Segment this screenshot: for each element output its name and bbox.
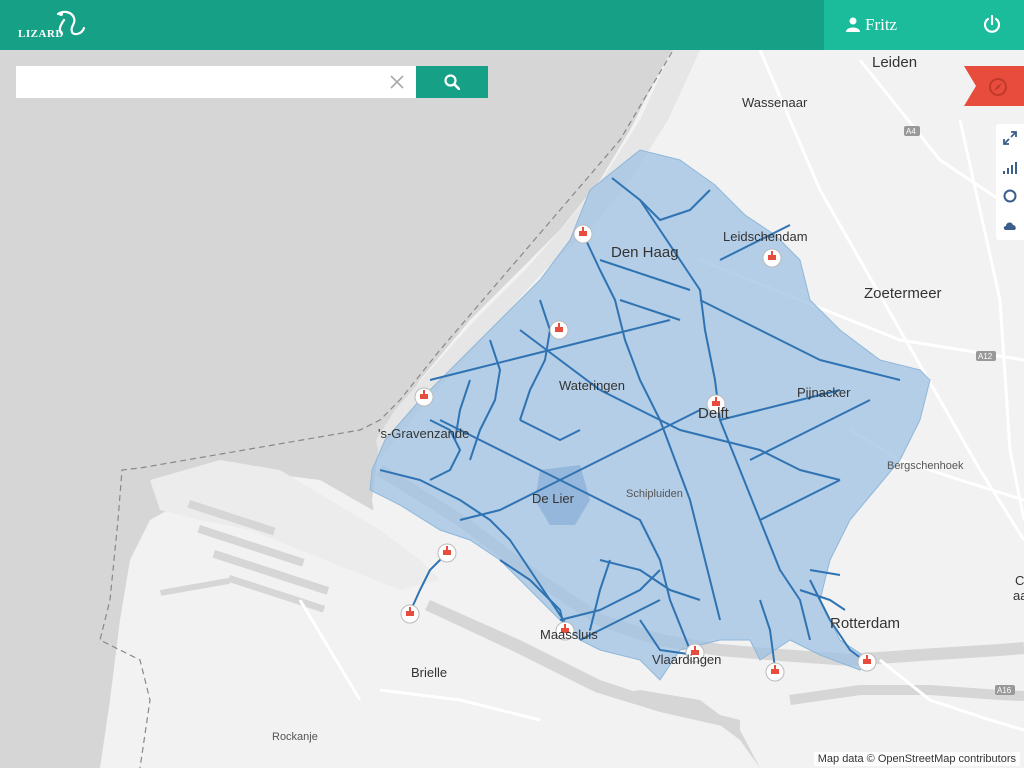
label-wateringen: Wateringen <box>559 378 625 393</box>
label-de-lier: De Lier <box>532 491 575 506</box>
road-label-a12: A12 <box>978 352 993 361</box>
circle-tool-button[interactable] <box>996 182 1024 210</box>
label-capelle-partial-2: aa <box>1013 588 1024 603</box>
top-bar: LIZARD Fritz <box>0 0 1024 50</box>
search-icon <box>444 74 460 90</box>
road-label-a4: A4 <box>906 127 916 136</box>
pumping-station-icon <box>573 224 593 244</box>
label-gravenzande: 's-Gravenzande <box>378 426 469 441</box>
map-canvas[interactable]: A4 A12 A16 Leiden Wassenaar Den Haag Lei… <box>0 0 1024 768</box>
label-rockanje: Rockanje <box>272 731 318 743</box>
cloud-icon <box>1003 222 1016 230</box>
search-bar <box>16 66 488 98</box>
signal-button[interactable] <box>996 153 1024 181</box>
label-pijnacker: Pijnacker <box>797 385 851 400</box>
label-leiden: Leiden <box>872 54 917 71</box>
label-bergschenhoek: Bergschenhoek <box>887 460 964 472</box>
expand-icon <box>1003 131 1017 145</box>
search-input[interactable] <box>16 66 416 98</box>
close-icon <box>390 75 404 89</box>
pumping-station-icon <box>549 320 569 340</box>
map-tools <box>996 124 1024 240</box>
label-wassenaar: Wassenaar <box>742 95 808 110</box>
label-vlaardingen: Vlaardingen <box>652 652 721 667</box>
label-brielle: Brielle <box>411 665 447 680</box>
user-area: Fritz <box>824 0 1024 50</box>
label-delft: Delft <box>698 405 730 422</box>
map-attribution: Map data © OpenStreetMap contributors <box>813 752 1020 766</box>
user-name: Fritz <box>865 15 898 34</box>
road-label-a16: A16 <box>997 686 1012 695</box>
circle-icon <box>1003 189 1017 203</box>
pumping-station-icon <box>765 662 785 682</box>
pumping-station-icon <box>437 543 457 563</box>
label-leidschendam: Leidschendam <box>723 229 808 244</box>
user-menu-button[interactable]: Fritz <box>846 15 897 35</box>
pumping-station-icon <box>762 248 782 268</box>
search-button[interactable] <box>416 66 488 98</box>
label-capelle-partial: C <box>1015 573 1024 588</box>
signal-bars-icon <box>1003 162 1017 174</box>
label-rotterdam: Rotterdam <box>830 615 900 632</box>
label-maassluis: Maassluis <box>540 627 598 642</box>
label-zoetermeer: Zoetermeer <box>864 285 942 302</box>
clear-search-button[interactable] <box>388 73 406 91</box>
label-schipluiden: Schipluiden <box>626 488 683 500</box>
fullscreen-button[interactable] <box>996 124 1024 152</box>
logo-text: LIZARD <box>18 28 64 40</box>
user-icon <box>846 17 860 32</box>
pumping-station-icon <box>400 604 420 624</box>
pumping-station-icon <box>414 387 434 407</box>
pumping-station-icon <box>857 652 877 672</box>
weather-button[interactable] <box>996 211 1024 239</box>
compass-button[interactable] <box>964 66 1024 106</box>
power-icon <box>983 14 1001 33</box>
logout-button[interactable] <box>982 14 1002 34</box>
label-den-haag: Den Haag <box>611 244 679 261</box>
